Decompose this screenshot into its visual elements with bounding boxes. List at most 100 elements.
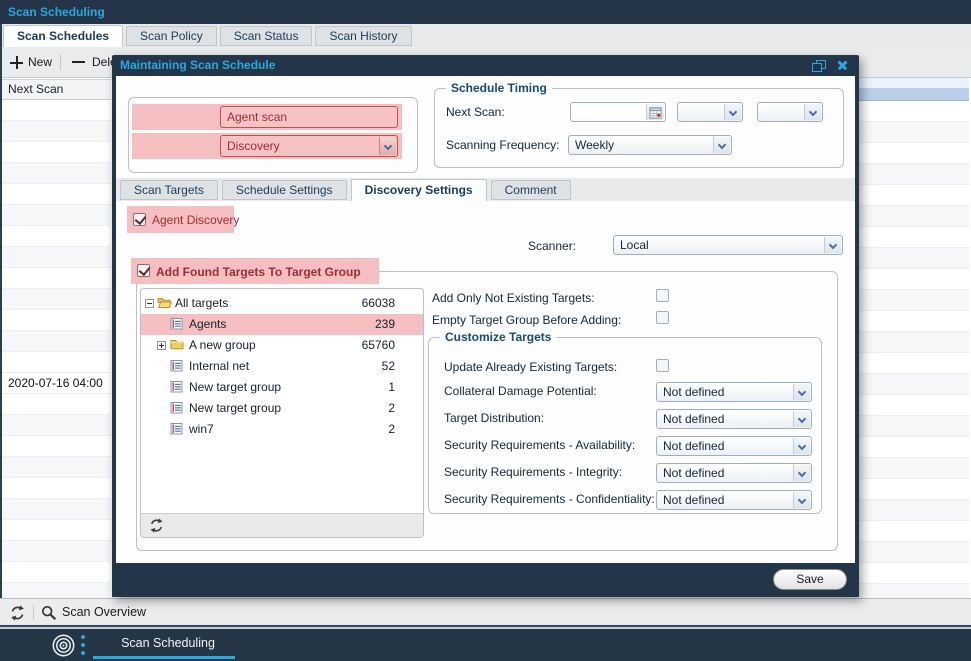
- taskbar-item-scan-scheduling[interactable]: Scan Scheduling: [98, 629, 238, 658]
- collateral-damage-potential-select[interactable]: Not defined: [656, 382, 812, 402]
- tree-item-new-target-group[interactable]: New target group2: [141, 398, 423, 419]
- table-row[interactable]: [2, 142, 111, 163]
- tree-item-all-targets[interactable]: All targets66038: [141, 293, 423, 314]
- next-scan-label: Next Scan:: [446, 105, 505, 119]
- next-scan-date-input[interactable]: [570, 102, 666, 122]
- scan-mode-select[interactable]: Discovery: [220, 135, 398, 157]
- update-already-existing-targets-checkbox[interactable]: [656, 359, 669, 372]
- dropdown-button[interactable]: [793, 465, 810, 481]
- tree-item-label: A new group: [189, 338, 256, 352]
- add-found-targets-checkbox[interactable]: [137, 264, 150, 277]
- customize-row-label: Update Already Existing Targets:: [444, 360, 617, 374]
- tree-item-win7[interactable]: win72: [141, 419, 423, 440]
- next-scan-minute-select[interactable]: [757, 102, 823, 122]
- table-row[interactable]: [2, 541, 111, 562]
- main-tab-strip: Scan SchedulesScan PolicyScan StatusScan…: [0, 24, 971, 47]
- dialog-body: Name: Scan Mode: Discovery Schedule Timi…: [116, 76, 855, 563]
- table-row[interactable]: [2, 310, 111, 331]
- tree-item-a-new-group[interactable]: A new group 65760: [141, 335, 423, 356]
- refresh-icon[interactable]: [9, 605, 26, 621]
- search-icon[interactable]: [41, 605, 57, 621]
- security-requirements-integrity-select[interactable]: Not defined: [656, 463, 812, 483]
- scanning-frequency-select[interactable]: Weekly: [568, 135, 732, 155]
- table-row[interactable]: [2, 499, 111, 520]
- tab-schedule-settings[interactable]: Schedule Settings: [222, 180, 347, 200]
- table-row[interactable]: [2, 331, 111, 352]
- refresh-icon[interactable]: [149, 518, 164, 533]
- save-button[interactable]: Save: [773, 569, 847, 590]
- dropdown-button[interactable]: [793, 492, 810, 508]
- security-requirements-confidentiality-select[interactable]: Not defined: [656, 490, 812, 510]
- scanner-select[interactable]: Local: [613, 235, 843, 255]
- scanner-label: Scanner:: [528, 239, 576, 253]
- dropdown-button[interactable]: [793, 438, 810, 454]
- tree-item-internal-net[interactable]: Internal net52: [141, 356, 423, 377]
- table-row[interactable]: [2, 121, 111, 142]
- tree-item-count: 65760: [362, 338, 395, 352]
- scanning-frequency-label: Scanning Frequency:: [446, 138, 559, 152]
- dropdown-button[interactable]: [793, 384, 810, 400]
- close-icon[interactable]: [836, 59, 849, 72]
- tab-scan-policy[interactable]: Scan Policy: [126, 26, 217, 46]
- table-row[interactable]: [2, 520, 111, 541]
- table-row[interactable]: [2, 226, 111, 247]
- tree-item-label: Internal net: [189, 359, 249, 373]
- target-distribution-select[interactable]: Not defined: [656, 409, 812, 429]
- dropdown-button[interactable]: [793, 411, 810, 427]
- column-header-next-scan[interactable]: Next Scan: [2, 79, 111, 100]
- security-requirements-availability-select[interactable]: Not defined: [656, 436, 812, 456]
- taskbar: Scan Scheduling: [0, 629, 971, 661]
- tree-item-new-target-group[interactable]: New target group1: [141, 377, 423, 398]
- table-row[interactable]: [2, 247, 111, 268]
- table-row[interactable]: [2, 100, 111, 121]
- tree-item-agents[interactable]: Agents239: [141, 314, 423, 335]
- table-row[interactable]: [2, 163, 111, 184]
- name-input[interactable]: [220, 106, 398, 128]
- taskbar-dots-icon[interactable]: [81, 635, 85, 639]
- option-label: Add Only Not Existing Targets:: [432, 291, 595, 305]
- restore-icon[interactable]: [812, 60, 825, 71]
- dropdown-button[interactable]: [804, 104, 821, 120]
- tab-discovery-settings[interactable]: Discovery Settings: [351, 179, 487, 201]
- table-row[interactable]: [2, 394, 111, 415]
- calendar-button[interactable]: [646, 104, 664, 120]
- table-row[interactable]: [2, 436, 111, 457]
- folder-closed-icon: [170, 338, 184, 350]
- collapse-icon[interactable]: [145, 299, 154, 308]
- empty-target-group-before-adding-checkbox[interactable]: [656, 311, 669, 324]
- next-scan-hour-select[interactable]: [677, 102, 743, 122]
- table-row[interactable]: [2, 562, 111, 583]
- tree-item-count: 1: [388, 380, 395, 394]
- tab-scan-targets[interactable]: Scan Targets: [120, 180, 218, 200]
- target-list-icon: [170, 422, 183, 435]
- security-requirements-integrity-value: Not defined: [663, 464, 724, 482]
- table-row[interactable]: [2, 289, 111, 310]
- dialog-title-bar[interactable]: Maintaining Scan Schedule: [112, 55, 859, 76]
- table-row-next-scan[interactable]: 2020-07-16 04:00: [2, 373, 111, 394]
- new-button[interactable]: New: [28, 47, 52, 77]
- status-label[interactable]: Scan Overview: [62, 599, 146, 626]
- table-row[interactable]: [2, 184, 111, 205]
- tab-scan-schedules[interactable]: Scan Schedules: [3, 25, 123, 47]
- tab-scan-history[interactable]: Scan History: [315, 26, 411, 46]
- tab-comment[interactable]: Comment: [491, 180, 571, 200]
- new-icon: [10, 56, 23, 69]
- table-row[interactable]: [2, 457, 111, 478]
- bullseye-icon[interactable]: [51, 633, 76, 658]
- table-row[interactable]: [2, 583, 111, 598]
- expand-icon[interactable]: [157, 341, 166, 350]
- table-row[interactable]: [2, 268, 111, 289]
- dropdown-button[interactable]: [379, 137, 396, 155]
- dropdown-button[interactable]: [724, 104, 741, 120]
- table-row[interactable]: [2, 352, 111, 373]
- target-list-icon: [170, 380, 183, 393]
- agent-discovery-checkbox[interactable]: [133, 213, 146, 226]
- table-row[interactable]: [2, 415, 111, 436]
- table-row[interactable]: [2, 478, 111, 499]
- add-only-not-existing-targets-checkbox[interactable]: [656, 289, 669, 302]
- table-row[interactable]: [2, 205, 111, 226]
- chevron-down-icon: [829, 241, 837, 249]
- dropdown-button[interactable]: [713, 137, 730, 153]
- tab-scan-status[interactable]: Scan Status: [220, 26, 313, 46]
- dropdown-button[interactable]: [824, 237, 841, 253]
